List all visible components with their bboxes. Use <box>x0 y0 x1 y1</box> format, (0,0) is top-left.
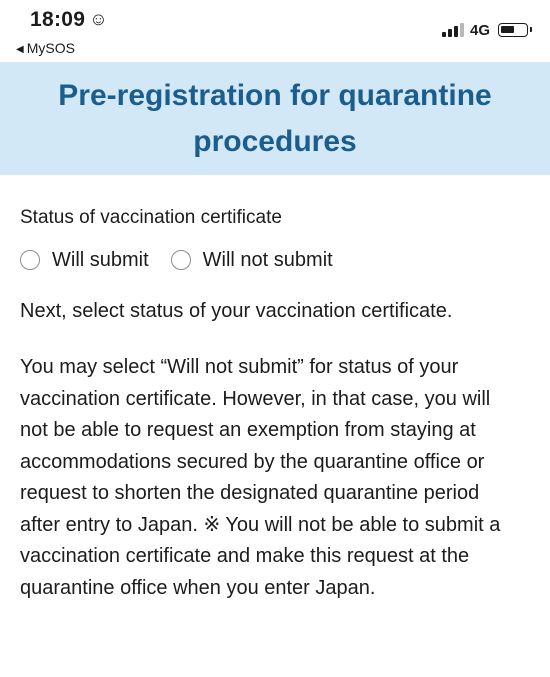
radio-will-submit-label[interactable]: Will submit <box>52 246 149 274</box>
page-title: Pre-registration for quarantine procedur… <box>58 78 492 158</box>
vaccination-status-radio-group: Will submit Will not submit <box>20 246 515 274</box>
radio-will-not-submit-label[interactable]: Will not submit <box>203 246 333 274</box>
clock: 18:09 ☺ <box>30 8 108 32</box>
cellular-signal-icon <box>441 23 464 37</box>
battery-icon <box>498 23 532 37</box>
back-arrow-icon: ◀ <box>16 44 24 55</box>
notice-text: You may select “Will not submit” for sta… <box>20 356 501 599</box>
radio-will-not-submit[interactable]: Will not submit <box>170 246 333 274</box>
header-banner: Pre-registration for quarantine procedur… <box>0 62 550 175</box>
radio-circle-icon[interactable] <box>20 250 40 270</box>
back-to-app-link[interactable]: ◀ MySOS <box>16 40 75 56</box>
smiley-icon: ☺ <box>89 9 108 29</box>
back-app-label: MySOS <box>26 40 75 56</box>
instruction-text: Next, select status of your vaccination … <box>20 300 453 322</box>
status-indicators: 4G <box>441 20 532 40</box>
network-type: 4G <box>469 21 490 39</box>
radio-circle-icon[interactable] <box>170 250 191 270</box>
radio-will-submit[interactable]: Will submit <box>20 246 149 274</box>
vaccination-form: Status of vaccination certificate Will s… <box>20 204 515 604</box>
vaccination-status-label: Status of vaccination certificate <box>20 207 282 228</box>
clock-time: 18:09 <box>30 8 86 31</box>
status-bar: 18:09 ☺ ◀ MySOS 4G <box>0 0 550 62</box>
